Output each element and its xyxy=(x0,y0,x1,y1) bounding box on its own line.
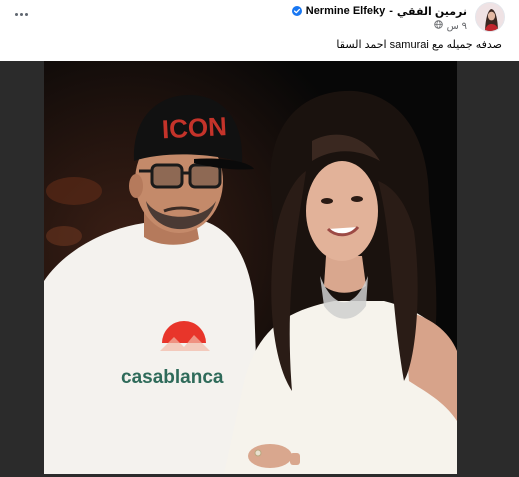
author-line: Nermine Elfeky - نرمين الفقي xyxy=(291,3,467,19)
more-dot xyxy=(24,12,28,16)
shirt-brand-text: casablanca xyxy=(121,367,224,388)
post-meta: ٩ س xyxy=(433,19,467,33)
avatar[interactable] xyxy=(475,2,505,32)
post-header: Nermine Elfeky - نرمين الفقي ٩ س صدفه جم… xyxy=(0,0,519,60)
more-horizontal-icon xyxy=(14,12,18,16)
post-photo[interactable]: ICON casablanca xyxy=(44,61,457,474)
author-name-arabic[interactable]: نرمين الفقي xyxy=(397,5,467,18)
photo-illustration: ICON casablanca xyxy=(44,61,457,474)
post-photo-frame[interactable]: ICON casablanca xyxy=(0,61,519,477)
author-separator: - xyxy=(389,5,393,17)
more-options-button[interactable] xyxy=(10,6,32,22)
verified-badge-icon xyxy=(291,6,302,16)
more-dot xyxy=(19,12,23,16)
post-caption: صدفه جميله مع samurai احمد السقا xyxy=(336,39,502,51)
globe-icon[interactable] xyxy=(433,20,443,32)
post-timestamp[interactable]: ٩ س xyxy=(447,21,467,32)
author-name-latin[interactable]: Nermine Elfeky xyxy=(306,5,385,17)
facebook-post: Nermine Elfeky - نرمين الفقي ٩ س صدفه جم… xyxy=(0,0,519,477)
cap-logo-text: ICON xyxy=(161,111,227,144)
